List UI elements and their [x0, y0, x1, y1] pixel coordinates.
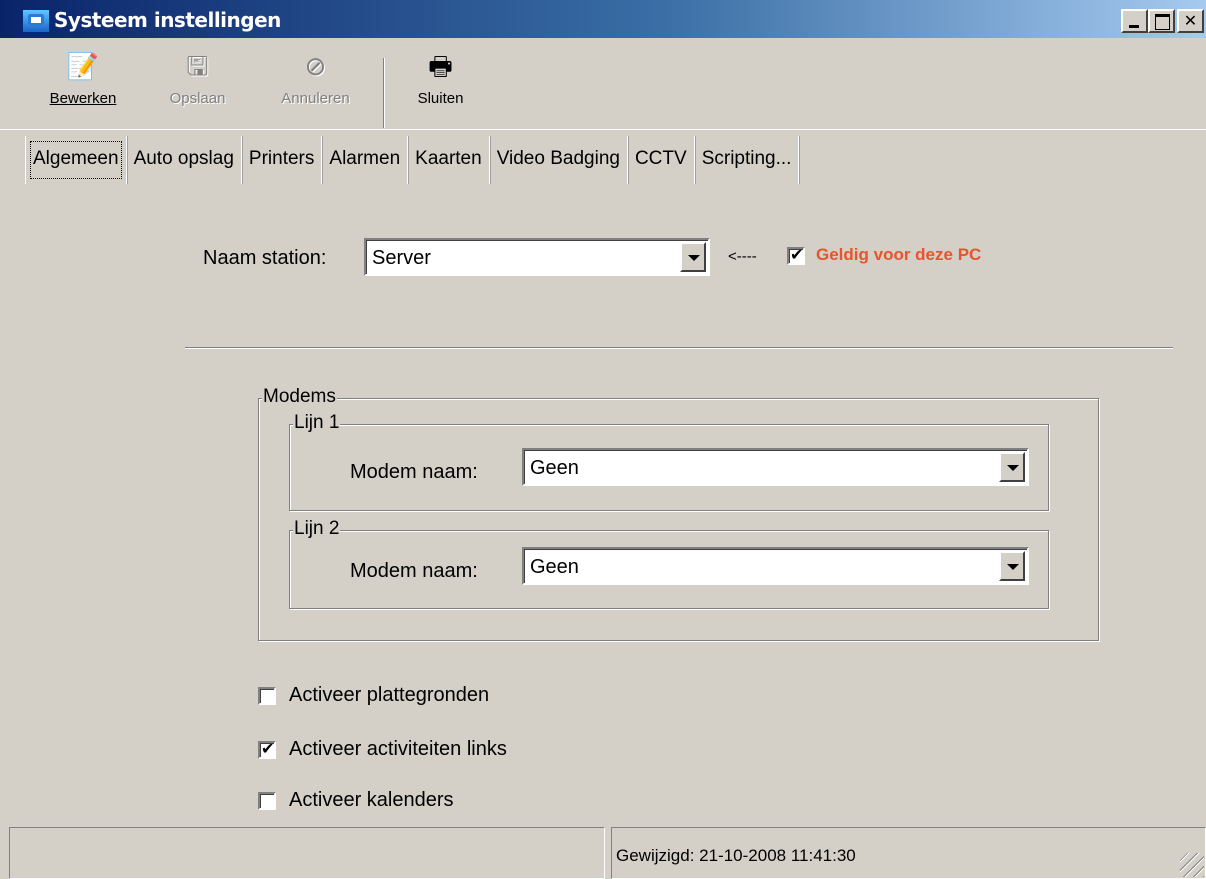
tab-strip: Algemeen Auto opslag Printers Alarmen Ka… [0, 136, 1206, 184]
resize-grip-icon[interactable] [1180, 853, 1204, 877]
tab-alarmen[interactable]: Alarmen [322, 136, 409, 184]
save-button[interactable]: 🖫 Opslaan [150, 44, 245, 126]
cancel-button[interactable]: ⊘ Annuleren [258, 44, 373, 126]
title-bar[interactable]: Systeem instellingen ✕ [0, 0, 1206, 38]
cancel-icon: ⊘ [304, 52, 327, 82]
valid-for-pc-label[interactable]: Geldig voor deze PC [816, 245, 981, 265]
divider [185, 347, 1173, 349]
floorplans-label[interactable]: Activeer plattegronden [289, 684, 489, 707]
status-panel-right: Gewijzigd: 21-10-2008 11:41:30 [611, 827, 1206, 879]
edit-label: Bewerken [49, 90, 117, 107]
status-panel-left [9, 827, 605, 879]
tab-video-badging[interactable]: Video Badging [490, 136, 628, 184]
modem-name-label-2: Modem naam: [350, 560, 478, 582]
activity-links-checkbox[interactable] [258, 739, 276, 759]
window-title: Systeem instellingen [54, 8, 281, 32]
modem-value-1: Geen [530, 457, 579, 479]
edit-button[interactable]: 📝 Bewerken [28, 44, 138, 126]
modems-legend: Modems [262, 386, 337, 408]
close-window-button[interactable]: ✕ [1177, 9, 1204, 33]
close-label: Sluiten [417, 90, 464, 107]
close-document-icon: 🖶 [428, 52, 453, 82]
activity-links-label[interactable]: Activeer activiteiten links [289, 738, 507, 761]
station-select[interactable]: Server [364, 238, 710, 276]
line2-legend: Lijn 2 [293, 518, 341, 540]
calendars-label[interactable]: Activeer kalenders [289, 789, 454, 812]
station-label: Naam station: [203, 247, 327, 269]
toolbar: 📝 Bewerken 🖫 Opslaan ⊘ Annuleren 🖶 Sluit… [0, 40, 1206, 130]
close-button[interactable]: 🖶 Sluiten [393, 44, 488, 126]
modem-select-2[interactable]: Geen [522, 547, 1029, 585]
station-value: Server [372, 247, 431, 269]
status-bar: Gewijzigd: 21-10-2008 11:41:30 [0, 827, 1206, 879]
floorplans-checkbox[interactable] [258, 687, 276, 705]
tab-kaarten[interactable]: Kaarten [408, 136, 490, 184]
tab-auto-opslag[interactable]: Auto opslag [127, 136, 242, 184]
tab-cctv[interactable]: CCTV [628, 136, 695, 184]
app-icon[interactable] [22, 9, 50, 33]
valid-for-pc-checkbox[interactable] [787, 245, 805, 265]
maximize-button[interactable] [1148, 9, 1175, 33]
chevron-down-icon[interactable] [999, 551, 1025, 581]
modem-name-label-1: Modem naam: [350, 461, 478, 483]
chevron-down-icon[interactable] [999, 452, 1025, 482]
arrow-indicator: <---- [728, 248, 757, 265]
tab-scripting[interactable]: Scripting... [695, 136, 800, 184]
modified-timestamp: Gewijzigd: 21-10-2008 11:41:30 [616, 846, 856, 865]
cancel-label: Annuleren [281, 90, 350, 107]
calendars-checkbox[interactable] [258, 792, 276, 810]
modem-select-1[interactable]: Geen [522, 448, 1029, 486]
chevron-down-icon[interactable] [680, 242, 706, 272]
tab-algemeen[interactable]: Algemeen [25, 136, 127, 184]
save-label: Opslaan [169, 90, 226, 107]
toolbar-separator [383, 58, 385, 128]
edit-document-icon: 📝 [66, 52, 100, 82]
modem-value-2: Geen [530, 556, 579, 578]
tab-printers[interactable]: Printers [242, 136, 323, 184]
line1-legend: Lijn 1 [293, 412, 341, 434]
minimize-button[interactable] [1121, 9, 1148, 33]
save-icon: 🖫 [186, 52, 209, 82]
